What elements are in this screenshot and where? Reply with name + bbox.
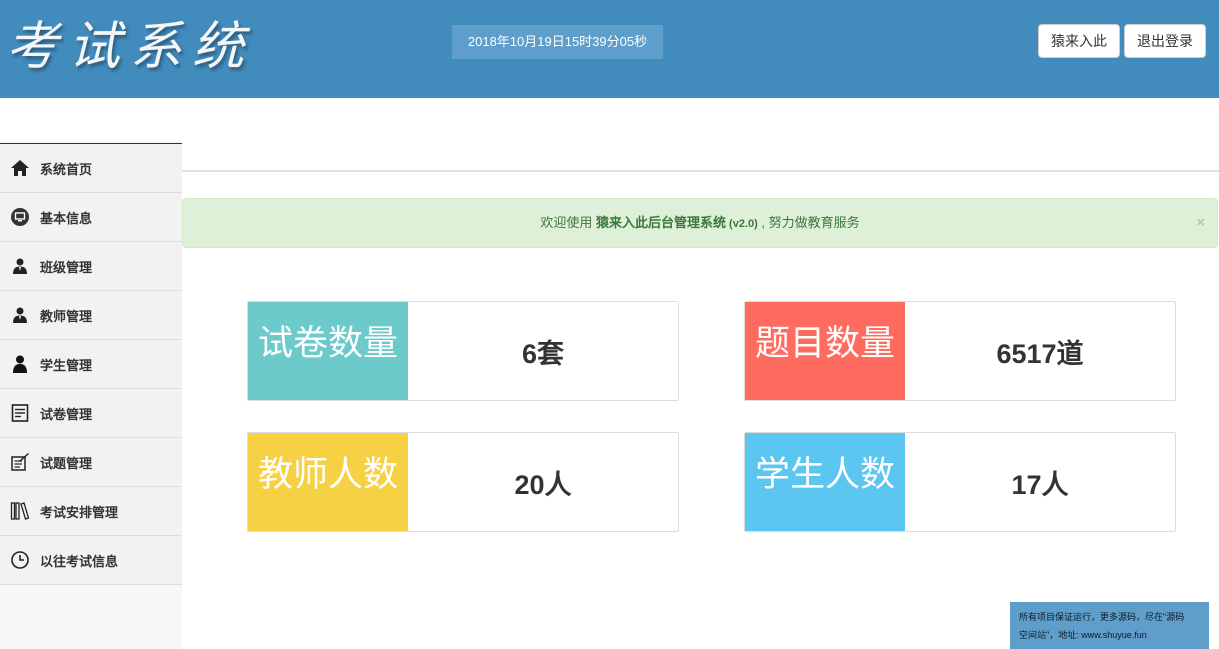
stat-value: 20人 <box>514 470 572 500</box>
app-logo: 考试系统 <box>6 17 255 77</box>
sidebar-item-basic-info[interactable]: 基本信息 <box>0 193 182 242</box>
content-divider <box>182 170 1219 172</box>
sidebar-item-student-management[interactable]: 学生管理 <box>0 340 182 389</box>
home-icon <box>10 158 30 178</box>
sidebar-item-past-exams[interactable]: 以往考试信息 <box>0 536 182 585</box>
alert-brand: 猿来入此后台管理系统 <box>595 215 726 230</box>
sidebar-item-label: 系统首页 <box>40 161 93 177</box>
top-header: 考试系统 2018年10月19日15时39分05秒 猿来入此 退出登录 <box>0 0 1219 98</box>
stat-label: 试卷数量 <box>248 302 408 400</box>
stat-value: 6517道 <box>996 339 1084 369</box>
monitor-icon <box>10 207 30 227</box>
stat-value: 6套 <box>521 339 565 369</box>
sidebar-item-label: 试题管理 <box>40 455 93 471</box>
user-icon <box>10 354 30 374</box>
sidebar-item-label: 班级管理 <box>40 259 93 275</box>
stat-label: 教师人数 <box>248 433 408 531</box>
home-button[interactable]: 猿来入此 <box>1038 24 1120 58</box>
sidebar-item-label: 考试安排管理 <box>40 504 119 520</box>
alert-suffix: , 努力做教育服务 <box>757 215 860 230</box>
sidebar-item-class-management[interactable]: 班级管理 <box>0 242 182 291</box>
alert-version: (v2.0) <box>726 218 758 230</box>
sidebar-item-question-management[interactable]: 试题管理 <box>0 438 182 487</box>
welcome-alert: 欢迎使用 猿来入此后台管理系统 (v2.0) , 努力做教育服务 × <box>182 198 1218 248</box>
sidebar-menu: 系统首页 基本信息 班级管理 教师管理 学生管理 试卷管理 试题管理 考试安排管… <box>0 143 182 585</box>
sidebar-item-label: 教师管理 <box>40 308 93 324</box>
document-icon <box>10 403 30 423</box>
books-icon <box>10 501 30 521</box>
sidebar-item-label: 基本信息 <box>40 210 93 226</box>
sidebar-item-label: 学生管理 <box>40 357 93 373</box>
close-icon[interactable]: × <box>1196 199 1205 247</box>
stat-card-papers: 试卷数量 6套 <box>247 301 679 401</box>
alert-prefix: 欢迎使用 <box>540 215 596 230</box>
stat-card-teachers: 教师人数 20人 <box>247 432 679 532</box>
logout-button[interactable]: 退出登录 <box>1124 24 1206 58</box>
stat-card-questions: 题目数量 6517道 <box>744 301 1176 401</box>
sidebar-item-label: 试卷管理 <box>40 406 93 422</box>
sidebar-header-space <box>0 98 182 142</box>
sidebar-item-home[interactable]: 系统首页 <box>0 144 182 193</box>
sidebar-item-label: 以往考试信息 <box>40 553 119 569</box>
stat-label: 学生人数 <box>745 433 905 531</box>
stat-label: 题目数量 <box>745 302 905 400</box>
datetime-display: 2018年10月19日15时39分05秒 <box>452 25 663 59</box>
user-icon <box>10 305 30 325</box>
sidebar-item-paper-management[interactable]: 试卷管理 <box>0 389 182 438</box>
stat-card-students: 学生人数 17人 <box>744 432 1176 532</box>
source-notice-line: 所有项目保证运行，更多源码，尽在"源码 <box>1019 612 1185 622</box>
source-notice: 所有项目保证运行，更多源码，尽在"源码 空间站"，地址: www.shuyue.… <box>1010 602 1209 649</box>
sidebar-item-exam-schedule[interactable]: 考试安排管理 <box>0 487 182 536</box>
clock-icon <box>10 550 30 570</box>
stat-value: 17人 <box>1011 470 1069 500</box>
source-notice-line: 空间站"，地址: www.shuyue.fun <box>1019 630 1147 640</box>
sidebar-item-teacher-management[interactable]: 教师管理 <box>0 291 182 340</box>
exam-icon <box>10 452 30 472</box>
user-icon <box>10 256 30 276</box>
